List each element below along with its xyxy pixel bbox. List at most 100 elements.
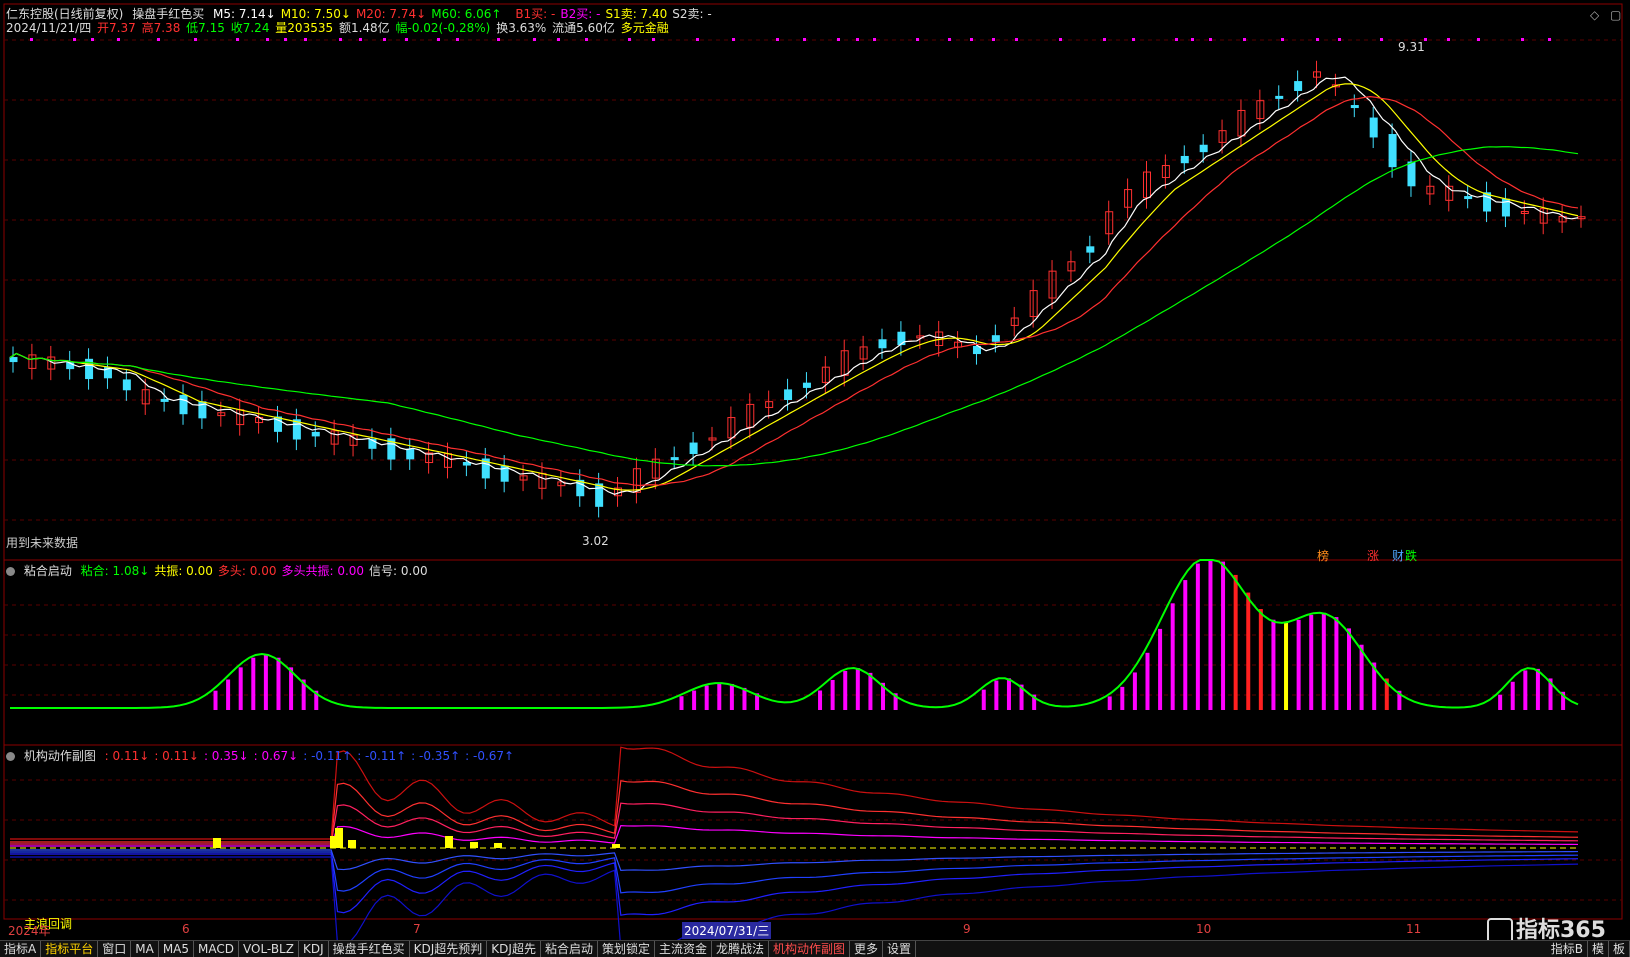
ind2-bar <box>335 828 343 848</box>
ind1-bar <box>692 691 696 710</box>
ind2-value-5: : -0.11↑ <box>357 749 406 763</box>
ind2-bar <box>213 838 221 848</box>
tab-8[interactable]: 操盘手红色买 <box>329 941 410 957</box>
candle-body <box>1370 118 1377 137</box>
top-marker <box>91 38 94 41</box>
ind1-glue-line <box>10 560 1578 708</box>
indicator2-name[interactable]: 机构动作副图 <box>24 749 96 763</box>
candle-body <box>1276 96 1283 98</box>
ind2-value-5-arrow: ↑ <box>396 749 406 763</box>
right-tab-0[interactable]: 指标B <box>1547 941 1588 957</box>
tab-7[interactable]: KDJ <box>299 941 329 957</box>
top-marker <box>73 38 76 41</box>
top-marker <box>803 38 806 41</box>
candle-body <box>1351 106 1358 108</box>
ind1-bar <box>1007 678 1011 710</box>
ind1-bar <box>705 686 709 710</box>
tab-6[interactable]: VOL-BLZ <box>239 941 299 957</box>
xaxis-label-9: 9 <box>963 922 971 936</box>
candle-body <box>123 380 130 390</box>
candle-body <box>690 443 697 453</box>
ind1-value-3-label: 多头共振: 0.00 <box>281 564 364 578</box>
top-marker <box>992 38 995 41</box>
tab-9[interactable]: KDJ超先预判 <box>410 941 488 957</box>
indicator1-settings-icon[interactable] <box>6 567 15 576</box>
top-marker <box>157 38 160 41</box>
top-marker <box>970 38 973 41</box>
ind1-bar <box>264 654 268 710</box>
top-marker <box>1103 38 1106 41</box>
tab-16[interactable]: 更多 <box>850 941 883 957</box>
top-marker <box>359 38 362 41</box>
ind2-value-7: : -0.67↑ <box>465 749 514 763</box>
chart-canvas[interactable] <box>0 0 1630 940</box>
ind1-bar <box>1234 575 1238 710</box>
top-marker <box>1338 38 1341 41</box>
indicator2-panel-border <box>4 745 1622 919</box>
ind1-bar <box>1322 613 1326 710</box>
ind2-value-2-arrow: ↓ <box>239 749 249 763</box>
ma5-line <box>10 77 1578 494</box>
ma20-line <box>10 97 1578 486</box>
tab-1[interactable]: 指标平台 <box>41 941 98 957</box>
tab-11[interactable]: 粘合启动 <box>541 941 598 957</box>
future-data-note: 用到未来数据 <box>6 534 78 551</box>
badge-bang[interactable]: 榜 <box>1317 547 1329 564</box>
top-marker <box>948 38 951 41</box>
ind1-bar <box>226 680 230 710</box>
badge-zhang[interactable]: 涨 <box>1367 547 1379 564</box>
ind2-value-2-label: : 0.35 <box>204 749 239 763</box>
top-marker <box>194 38 197 41</box>
top-marker <box>383 38 386 41</box>
tab-12[interactable]: 策划锁定 <box>598 941 655 957</box>
ind1-bar <box>1297 620 1301 710</box>
right-tab-1[interactable]: 模 <box>1588 941 1609 957</box>
ind1-bar <box>1309 615 1313 710</box>
tab-15[interactable]: 机构动作副图 <box>769 941 850 957</box>
tab-2[interactable]: 窗口 <box>98 941 131 957</box>
ind1-bar <box>1246 593 1250 710</box>
ind2-value-4-label: : -0.11 <box>303 749 342 763</box>
top-marker <box>1548 38 1551 41</box>
tab-13[interactable]: 主流资金 <box>655 941 712 957</box>
tab-17[interactable]: 设置 <box>883 941 916 957</box>
indicator-tab-bar: 指标A 指标平台 窗口 MA MA5 MACD VOL-BLZ KDJ 操盘手红色买 KDJ超先预… <box>0 940 1630 957</box>
xaxis-label-11: 11 <box>1406 922 1421 936</box>
ind1-bar <box>239 667 243 710</box>
top-marker <box>339 38 342 41</box>
candle-body <box>161 399 168 401</box>
top-marker <box>1521 38 1524 41</box>
ind2-line-b4 <box>10 857 1578 940</box>
candle-body <box>671 458 678 460</box>
right-tab-2[interactable]: 板 <box>1609 941 1630 957</box>
badge-die[interactable]: 跌 <box>1405 547 1417 564</box>
indicator2-settings-icon[interactable] <box>6 752 15 761</box>
xaxis-label-7: 7 <box>413 922 421 936</box>
xaxis-label-10: 10 <box>1196 922 1211 936</box>
top-marker <box>856 38 859 41</box>
tab-4[interactable]: MA5 <box>159 941 194 957</box>
ind1-bar <box>1208 560 1212 710</box>
candle-body <box>1295 82 1302 91</box>
ind1-value-0-label: 粘合: 1.08 <box>81 564 140 578</box>
ind2-value-1-arrow: ↓ <box>189 749 199 763</box>
tab-0[interactable]: 指标A <box>0 941 41 957</box>
candle-body <box>1408 162 1415 186</box>
top-marker <box>1380 38 1383 41</box>
ind2-value-7-label: : -0.67 <box>465 749 504 763</box>
tab-10[interactable]: KDJ超先 <box>487 941 541 957</box>
ind1-bar <box>1183 580 1187 710</box>
ind1-bar <box>868 673 872 710</box>
indicator1-name[interactable]: 粘合启动 <box>24 564 72 578</box>
ind1-bar <box>1334 617 1338 710</box>
top-marker <box>628 38 631 41</box>
top-marker <box>1316 38 1319 41</box>
ind1-bar <box>1271 620 1275 710</box>
tab-14[interactable]: 龙腾战法 <box>712 941 769 957</box>
corner-diamond-icon[interactable]: ◇ <box>1590 8 1599 22</box>
maximize-icon[interactable]: ▢ <box>1610 8 1621 22</box>
ind1-bar <box>1498 695 1502 710</box>
tab-3[interactable]: MA <box>131 941 159 957</box>
badge-cai[interactable]: 财 <box>1392 547 1404 564</box>
tab-5[interactable]: MACD <box>194 941 239 957</box>
